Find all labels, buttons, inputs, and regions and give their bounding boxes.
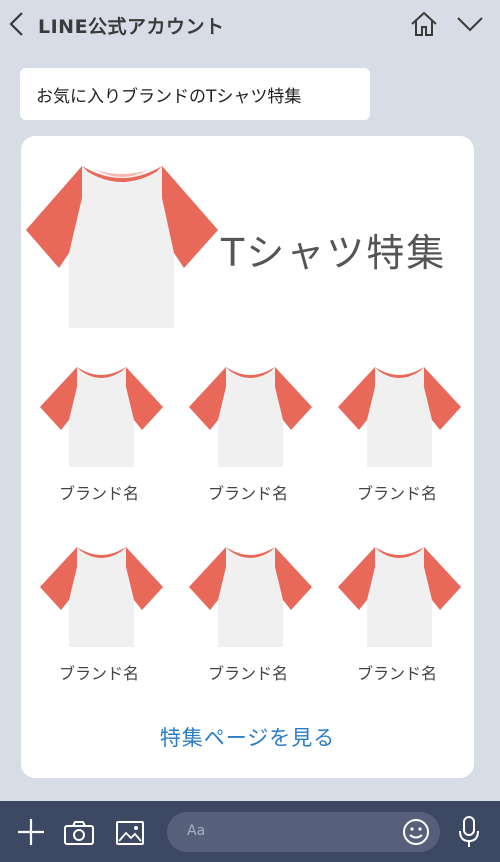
brand-name: ブランド名 (207, 664, 288, 683)
back-icon[interactable] (6, 10, 28, 38)
brand-name: ブランド名 (356, 484, 437, 503)
chevron-down-icon[interactable] (455, 14, 485, 34)
brand-item[interactable]: ブランド名 (322, 542, 472, 692)
brand-name: ブランド名 (58, 484, 139, 503)
brand-item[interactable]: ブランド名 (24, 362, 174, 512)
brand-item[interactable]: ブランド名 (322, 362, 472, 512)
tshirt-image (189, 367, 312, 467)
microphone-icon[interactable] (458, 816, 480, 848)
tshirt-image (40, 547, 163, 647)
chat-input-bar: Aa (0, 801, 500, 862)
feature-card[interactable]: Tシャツ特集 ブランド名 ブランド名 ブランド名 ブランド名 ブランド名 ブラン… (21, 136, 474, 778)
tshirt-image (40, 367, 163, 467)
tshirt-image (338, 547, 461, 647)
input-placeholder: Aa (187, 823, 206, 839)
brand-name: ブランド名 (58, 664, 139, 683)
hero-title: Tシャツ特集 (221, 231, 447, 275)
camera-icon[interactable] (63, 820, 95, 846)
tshirt-image (338, 367, 461, 467)
brand-name: ブランド名 (356, 664, 437, 683)
header: LINE公式アカウント (0, 0, 500, 52)
message-bubble: お気に入りブランドのTシャツ特集 (20, 68, 370, 120)
message-input[interactable]: Aa (167, 812, 440, 852)
brand-item[interactable]: ブランド名 (173, 362, 323, 512)
image-icon[interactable] (115, 820, 145, 846)
plus-icon[interactable] (17, 818, 45, 846)
feature-page-link[interactable]: 特集ページを見る (21, 722, 474, 752)
page-title: LINE公式アカウント (38, 16, 225, 38)
emoji-icon[interactable] (402, 818, 430, 846)
brand-item[interactable]: ブランド名 (24, 542, 174, 692)
tshirt-image (189, 547, 312, 647)
tshirt-image (26, 166, 218, 328)
home-icon[interactable] (409, 10, 439, 38)
brand-item[interactable]: ブランド名 (173, 542, 323, 692)
brand-name: ブランド名 (207, 484, 288, 503)
